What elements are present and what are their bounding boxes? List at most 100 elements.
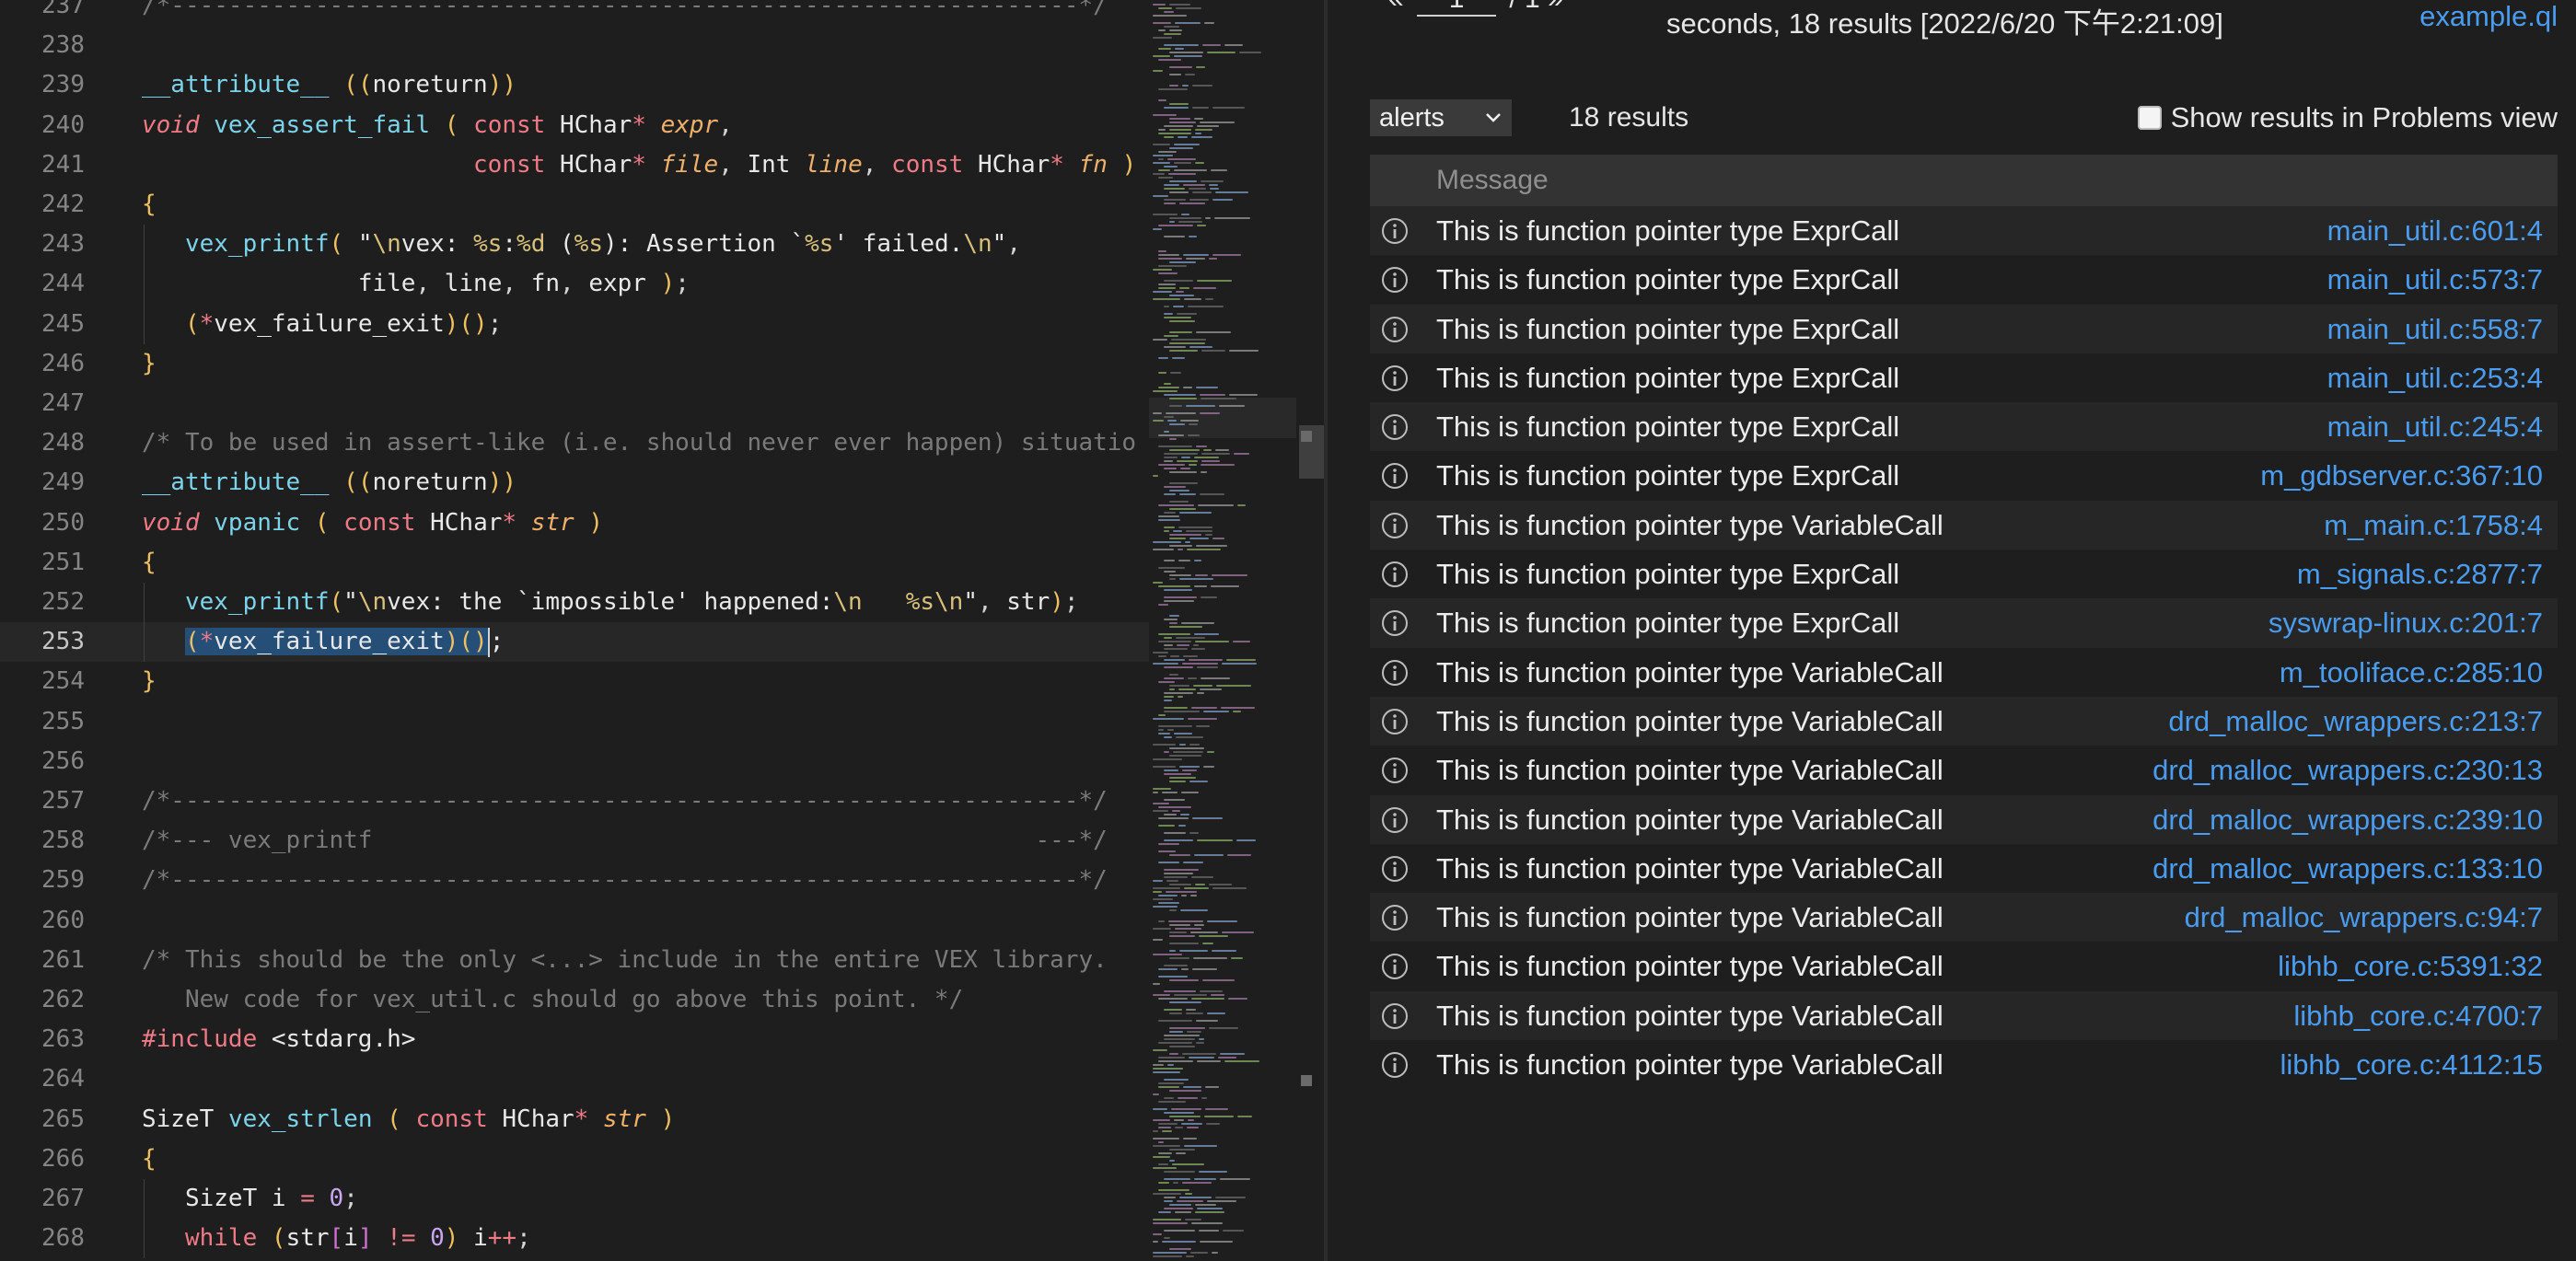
result-location-link[interactable]: main_util.c:558:7 — [2327, 305, 2543, 353]
code-line[interactable]: 244 file, line, fn, expr ); — [0, 264, 1149, 304]
code-text[interactable]: void vpanic ( const HChar* str ) — [142, 503, 603, 543]
code-text[interactable]: file, line, fn, expr ); — [142, 264, 690, 304]
code-text[interactable]: SizeT vex_strlen ( const HChar* str ) — [142, 1100, 675, 1140]
result-row[interactable]: This is function pointer type ExprCall m_… — [1370, 550, 2558, 598]
code-text[interactable]: } — [142, 344, 157, 384]
result-row[interactable]: This is function pointer type VariableCa… — [1370, 794, 2558, 844]
result-row[interactable]: This is function pointer type VariableCa… — [1370, 844, 2558, 893]
code-line[interactable]: 250 void vpanic ( const HChar* str ) — [0, 503, 1149, 543]
result-location-link[interactable]: drd_malloc_wrappers.c:230:13 — [2152, 746, 2543, 794]
result-location-link[interactable]: drd_malloc_wrappers.c:213:7 — [2168, 697, 2543, 746]
code-line[interactable]: 259 /*-----------------------------------… — [0, 861, 1149, 900]
code-line[interactable]: 252 vex_printf("\nvex: the `impossible' … — [0, 583, 1149, 622]
result-row[interactable]: This is function pointer type ExprCall ma… — [1370, 255, 2558, 304]
minimap-viewport[interactable] — [1149, 398, 1296, 438]
result-location-link[interactable]: main_util.c:245:4 — [2327, 402, 2543, 451]
result-location-link[interactable]: m_tooliface.c:285:10 — [2280, 648, 2543, 697]
result-location-link[interactable]: libhb_core.c:5391:32 — [2278, 942, 2543, 990]
code-text[interactable]: /* To be used in assert-like (i.e. shoul… — [142, 423, 1136, 463]
code-text[interactable]: { — [142, 543, 157, 583]
result-location-link[interactable]: main_util.c:573:7 — [2327, 255, 2543, 304]
result-location-link[interactable]: main_util.c:253:4 — [2327, 353, 2543, 402]
result-location-link[interactable]: drd_malloc_wrappers.c:133:10 — [2152, 844, 2543, 893]
code-text[interactable]: /* This should be the only <...> include… — [142, 941, 1108, 980]
result-location-link[interactable]: m_gdbserver.c:367:10 — [2260, 451, 2543, 500]
code-line[interactable]: 247 — [0, 384, 1149, 423]
result-row[interactable]: This is function pointer type VariableCa… — [1370, 1040, 2558, 1089]
problems-view-checkbox[interactable] — [2137, 105, 2162, 130]
code-text[interactable]: vex_printf( "\nvex: %s:%d (%s): Assertio… — [142, 225, 1021, 264]
code-line[interactable]: 243 vex_printf( "\nvex: %s:%d (%s): Asse… — [0, 225, 1149, 264]
code-line[interactable]: 240 void vex_assert_fail ( const HChar* e… — [0, 106, 1149, 145]
problems-view-toggle[interactable]: Show results in Problems view — [2137, 99, 2558, 136]
code-line[interactable]: 245 (*vex_failure_exit)(); — [0, 305, 1149, 344]
code-text[interactable]: { — [142, 1140, 157, 1179]
code-text[interactable]: __attribute__ ((noreturn)) — [142, 65, 516, 105]
query-file-link[interactable]: example.ql — [2419, 0, 2558, 33]
code-text[interactable]: const HChar* file, Int line, const HChar… — [142, 145, 1136, 185]
result-row[interactable]: This is function pointer type ExprCall ma… — [1370, 353, 2558, 402]
code-line[interactable]: 254} — [0, 662, 1149, 701]
result-location-link[interactable]: libhb_core.c:4112:15 — [2280, 1040, 2543, 1089]
code-line[interactable]: 242 { — [0, 185, 1149, 225]
code-line[interactable]: 267 SizeT i = 0; — [0, 1179, 1149, 1219]
result-set-select[interactable]: alerts — [1370, 99, 1512, 136]
code-line[interactable]: 260 — [0, 901, 1149, 941]
result-row[interactable]: This is function pointer type VariableCa… — [1370, 500, 2558, 550]
result-location-link[interactable]: drd_malloc_wrappers.c:239:10 — [2152, 795, 2543, 844]
code-line[interactable]: 266 { — [0, 1140, 1149, 1179]
code-line[interactable]: 265 SizeT vex_strlen ( const HChar* str ) — [0, 1100, 1149, 1140]
result-row[interactable]: This is function pointer type VariableCa… — [1370, 746, 2558, 794]
code-text[interactable]: (*vex_failure_exit)(); — [142, 305, 502, 344]
next-page-button[interactable]: » — [1548, 0, 1563, 14]
code-text[interactable]: __attribute__ ((noreturn)) — [142, 463, 516, 503]
code-line[interactable]: 255 — [0, 702, 1149, 742]
code-text[interactable]: (*vex_failure_exit)(); — [142, 622, 504, 662]
code-text[interactable]: /*--------------------------------------… — [142, 781, 1108, 821]
editor-scrollbar[interactable] — [1296, 0, 1330, 1261]
result-location-link[interactable]: syswrap-linux.c:201:7 — [2269, 598, 2543, 647]
code-text[interactable]: /*--------------------------------------… — [142, 861, 1108, 900]
result-location-link[interactable]: m_main.c:1758:4 — [2324, 501, 2543, 550]
code-line[interactable]: 238 — [0, 26, 1149, 65]
column-header-message[interactable]: Message — [1436, 155, 1549, 206]
code-text[interactable]: New code for vex_util.c should go above … — [142, 980, 963, 1020]
code-text[interactable]: /*--- vex_printf ---*/ — [142, 821, 1108, 861]
code-editor[interactable]: 237 /*-----------------------------------… — [0, 0, 1149, 1261]
result-row[interactable]: This is function pointer type ExprCall ma… — [1370, 402, 2558, 452]
minimap[interactable] — [1149, 0, 1296, 1261]
result-location-link[interactable]: drd_malloc_wrappers.c:94:7 — [2185, 893, 2543, 942]
code-line[interactable]: 258 /*--- vex_printf ---*/ — [0, 821, 1149, 861]
code-text[interactable]: while (str[i] != 0) i++; — [142, 1219, 531, 1258]
prev-page-button[interactable]: « — [1388, 0, 1404, 14]
code-text[interactable]: #include <stdarg.h> — [142, 1020, 415, 1059]
result-row[interactable]: This is function pointer type ExprCall m_… — [1370, 451, 2558, 500]
code-text[interactable]: void vex_assert_fail ( const HChar* expr… — [142, 106, 733, 145]
code-line[interactable]: 237 /*-----------------------------------… — [0, 0, 1149, 26]
result-row[interactable]: This is function pointer type VariableCa… — [1370, 990, 2558, 1041]
result-row[interactable]: This is function pointer type VariableCa… — [1370, 696, 2558, 746]
result-location-link[interactable]: main_util.c:601:4 — [2327, 206, 2543, 255]
code-line[interactable]: 261 /* This should be the only <...> incl… — [0, 941, 1149, 980]
code-line[interactable]: 253 (*vex_failure_exit)(); — [0, 622, 1149, 663]
result-row[interactable]: This is function pointer type ExprCall ma… — [1370, 206, 2558, 256]
code-line[interactable]: 241 const HChar* file, Int line, const H… — [0, 145, 1149, 185]
code-text[interactable]: { — [142, 185, 157, 225]
result-row[interactable]: This is function pointer type VariableCa… — [1370, 893, 2558, 943]
code-line[interactable]: 251 { — [0, 543, 1149, 583]
code-line[interactable]: 256 — [0, 742, 1149, 781]
code-line[interactable]: 249 __attribute__ ((noreturn)) — [0, 463, 1149, 503]
result-row[interactable]: This is function pointer type ExprCall sy… — [1370, 598, 2558, 648]
result-row[interactable]: This is function pointer type VariableCa… — [1370, 942, 2558, 990]
code-line[interactable]: 264 — [0, 1059, 1149, 1099]
result-location-link[interactable]: libhb_core.c:4700:7 — [2293, 991, 2543, 1040]
code-line[interactable]: 268 while (str[i] != 0) i++; — [0, 1219, 1149, 1258]
page-number-input[interactable]: 1 — [1417, 0, 1497, 17]
code-line[interactable]: 263 #include <stdarg.h> — [0, 1020, 1149, 1059]
code-line[interactable]: 248 /* To be used in assert-like (i.e. sh… — [0, 423, 1149, 463]
code-line[interactable]: 246} — [0, 344, 1149, 384]
code-text[interactable]: vex_printf("\nvex: the `impossible' happ… — [142, 583, 1079, 622]
result-row[interactable]: This is function pointer type ExprCall ma… — [1370, 304, 2558, 353]
code-line[interactable]: 262 New code for vex_util.c should go ab… — [0, 980, 1149, 1020]
code-line[interactable]: 239 __attribute__ ((noreturn)) — [0, 65, 1149, 105]
